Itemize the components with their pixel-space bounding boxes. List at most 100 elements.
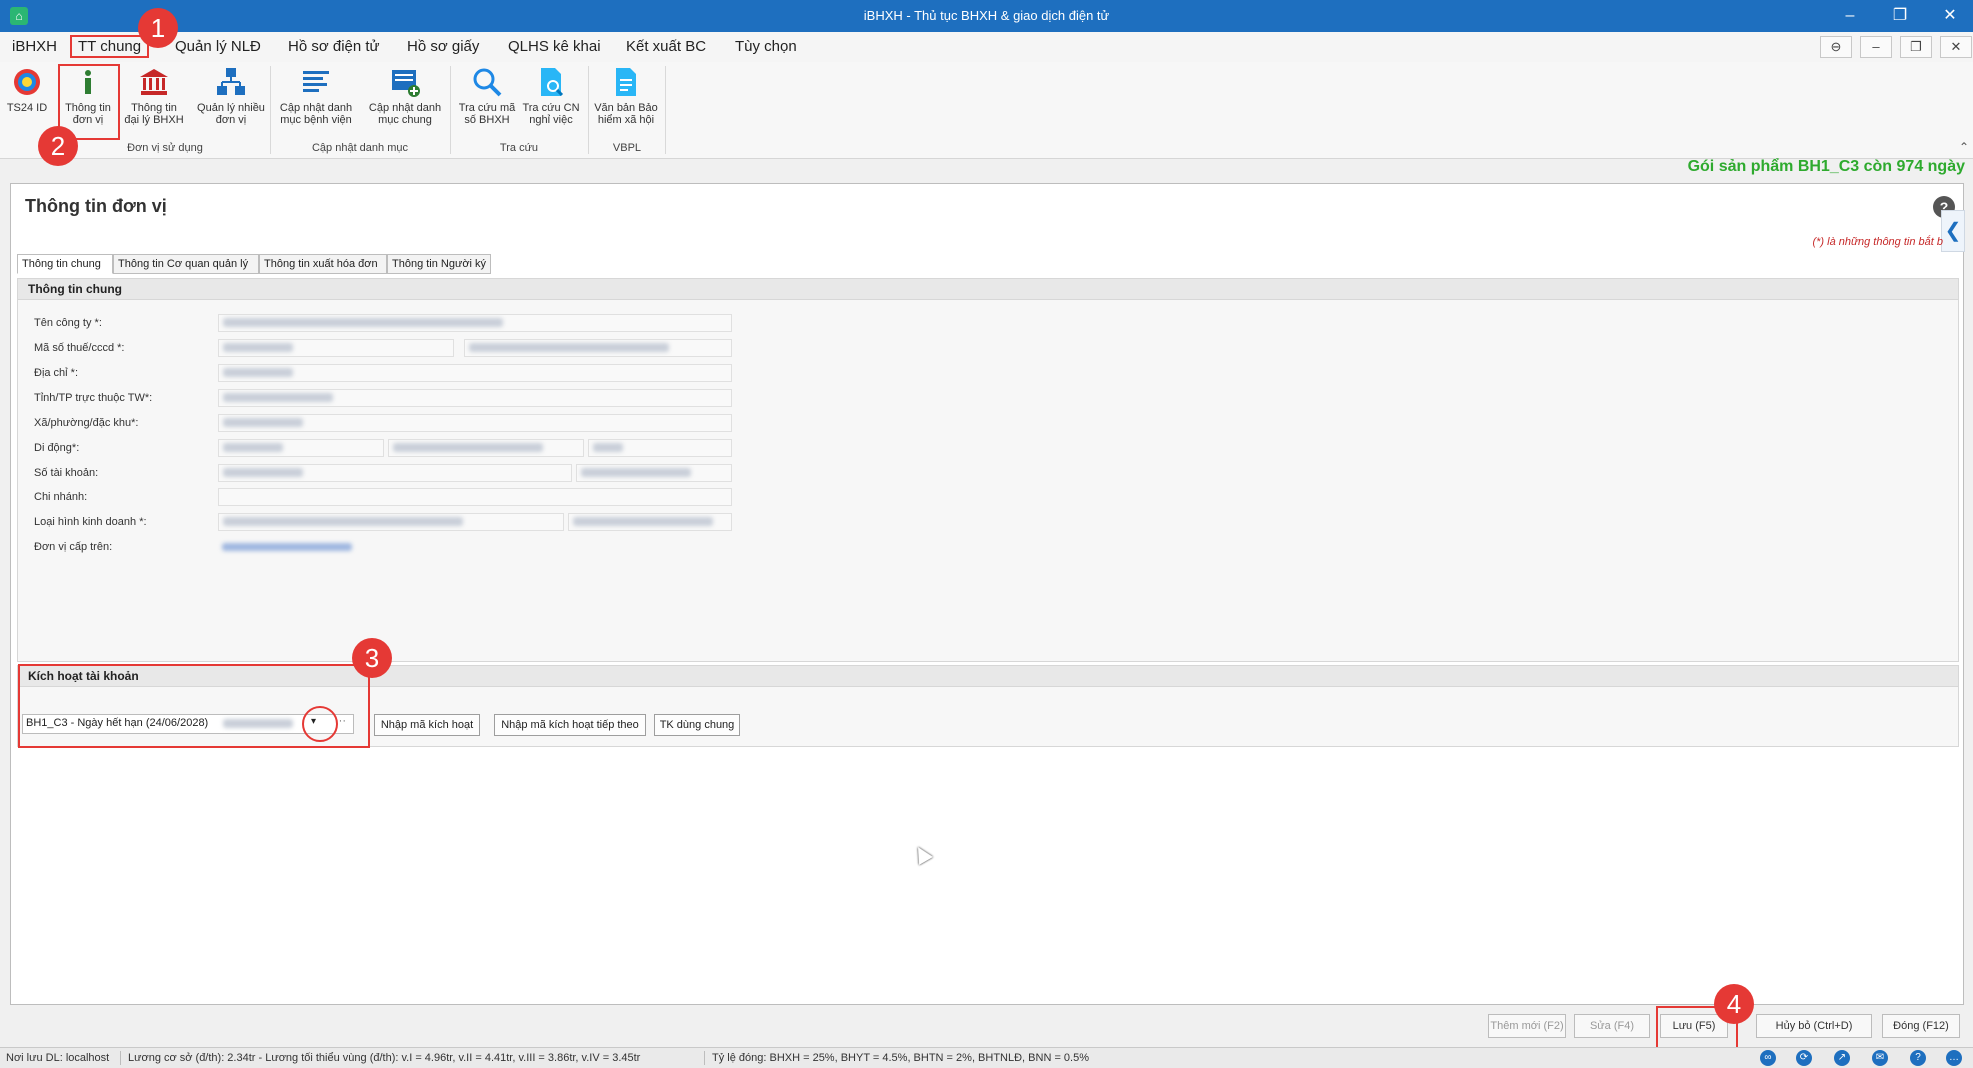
ribbon-group-don-vi: Đơn vị sử dụng [127, 142, 203, 154]
field-label-di-dong: Di động*: [34, 442, 80, 454]
redacted-text [593, 443, 623, 452]
ts24-logo-icon [14, 69, 40, 95]
ribbon-cap-nhat-benh-vien-button[interactable]: Cập nhật danh mục bệnh viện [276, 66, 356, 126]
field-label-loai-hinh: Loại hình kinh doanh *: [34, 516, 147, 528]
mdi-minimize-button[interactable]: – [1860, 36, 1892, 58]
ribbon-label: Tra cứu CN nghỉ việc [522, 102, 580, 126]
ma-so-thue-input[interactable] [218, 339, 454, 357]
redacted-text [223, 393, 333, 402]
ribbon-van-ban-bhxh-button[interactable]: Văn bản Bảo hiểm xã hội [592, 66, 660, 126]
chat-icon[interactable]: … [1946, 1050, 1962, 1066]
ribbon-thong-tin-dai-ly-button[interactable]: Thông tin đại lý BHXH [124, 66, 184, 126]
menu-ket-xuat-bc[interactable]: Kết xuất BC [626, 38, 706, 55]
menu-qlhs-ke-khai[interactable]: QLHS kê khai [508, 38, 601, 55]
field-label-dia-chi: Địa chỉ *: [34, 367, 79, 379]
title-bar: ⌂ iBHXH - Thủ tục BHXH & giao dịch điện … [0, 0, 1973, 32]
required-note: (*) là những thông tin bắt b [1812, 236, 1943, 248]
chi-nhanh-input[interactable] [218, 488, 732, 506]
redacted-text [573, 517, 713, 526]
status-separator [704, 1051, 705, 1065]
tab-xuat-hoa-don[interactable]: Thông tin xuất hóa đơn [259, 254, 387, 274]
minimize-button[interactable]: – [1830, 4, 1870, 28]
menu-ibhxh[interactable]: iBHXH [12, 38, 57, 55]
phone-extra-input[interactable] [388, 439, 584, 457]
ribbon-label: Tra cứu mã số BHXH [458, 102, 516, 126]
redacted-text [223, 468, 303, 477]
mdi-restore-button[interactable]: ❐ [1900, 36, 1932, 58]
enter-activation-code-button[interactable]: Nhập mã kích hoạt [374, 714, 480, 736]
restore-button[interactable]: ❐ [1880, 4, 1920, 28]
dia-chi-input[interactable] [218, 364, 732, 382]
list-add-icon [392, 70, 420, 97]
sync-icon[interactable]: ⟳ [1796, 1050, 1812, 1066]
enter-next-activation-code-button[interactable]: Nhập mã kích hoạt tiếp theo [494, 714, 646, 736]
redacted-text [223, 517, 463, 526]
status-rates: Tỷ lệ đóng: BHXH = 25%, BHYT = 4.5%, BHT… [712, 1052, 1090, 1064]
loai-hinh-select[interactable] [218, 513, 564, 531]
fax-input[interactable] [588, 439, 732, 457]
close-window-button[interactable]: ✕ [1930, 4, 1970, 28]
ribbon-label: Quản lý nhiều đơn vị [197, 102, 265, 126]
thong-tin-don-vi-panel: Thông tin đơn vị ? ❮ (*) là những thông … [10, 183, 1965, 1005]
ribbon-label: Cập nhật danh mục chung [368, 102, 442, 126]
share-icon[interactable]: ↗ [1834, 1050, 1850, 1066]
tab-co-quan-quan-ly[interactable]: Thông tin Cơ quan quản lý [113, 254, 259, 274]
ribbon-cap-nhat-danh-muc-chung-button[interactable]: Cập nhật danh mục chung [364, 66, 446, 126]
collapse-side-panel-icon[interactable]: ❮ [1941, 210, 1965, 252]
mdi-options-button[interactable]: ⊖ [1820, 36, 1852, 58]
collapse-ribbon-icon[interactable]: ⌃ [1959, 140, 1969, 154]
loai-hinh-extra[interactable] [568, 513, 732, 531]
so-tai-khoan-input[interactable] [218, 464, 572, 482]
shared-account-button[interactable]: TK dùng chung [654, 714, 740, 736]
document-icon [616, 68, 636, 96]
ribbon-label: Thông tin đại lý BHXH [124, 102, 184, 126]
window-title: iBHXH - Thủ tục BHXH & giao dịch điện tử [863, 8, 1110, 23]
mdi-close-button[interactable]: ✕ [1940, 36, 1972, 58]
field-label-so-tai-khoan: Số tài khoản: [34, 467, 99, 479]
menu-ho-so-giay[interactable]: Hồ sơ giấy [407, 38, 479, 55]
ribbon-ts24-id-button[interactable]: TS24 ID [2, 66, 52, 114]
bank-icon [140, 69, 168, 95]
ribbon-label: Văn bản Bảo hiểm xã hội [594, 102, 658, 126]
tab-thong-tin-chung[interactable]: Thông tin chung [17, 254, 113, 274]
list-icon [303, 71, 329, 92]
ribbon-group-cap-nhat: Cập nhật danh mục [311, 142, 408, 154]
menu-quan-ly-nld[interactable]: Quản lý NLĐ [175, 38, 261, 55]
edit-button[interactable]: Sửa (F4) [1574, 1014, 1650, 1038]
redacted-text [223, 343, 293, 352]
field-label-ten-cong-ty: Tên công ty *: [34, 317, 102, 329]
ribbon-tra-cuu-ma-so-button[interactable]: Tra cứu mã số BHXH [456, 66, 518, 126]
cancel-button[interactable]: Hủy bỏ (Ctrl+D) [1756, 1014, 1872, 1038]
annotation-badge-3: 3 [352, 638, 392, 678]
product-notice: Gói sản phẩm BH1_C3 còn 974 ngày [1687, 158, 1965, 175]
ten-cong-ty-input[interactable] [218, 314, 732, 332]
tinh-tp-select[interactable] [218, 389, 732, 407]
ngan-hang-select[interactable] [576, 464, 732, 482]
help-circle-icon[interactable]: ? [1910, 1050, 1926, 1066]
ribbon-tra-cuu-cn-nghi-viec-button[interactable]: Tra cứu CN nghỉ việc [520, 66, 582, 126]
general-section: Thông tin chung Tên công ty *: Mã số thu… [17, 278, 1959, 662]
tab-nguoi-ky[interactable]: Thông tin Người ký [387, 254, 491, 274]
link-icon[interactable]: ∞ [1760, 1050, 1776, 1066]
don-vi-cap-tren-link[interactable] [222, 543, 352, 551]
ribbon-separator [450, 66, 451, 154]
section-title: Thông tin chung [18, 279, 1958, 300]
org-chart-icon [217, 68, 245, 95]
ribbon-group-vbpl: VBPL [612, 142, 642, 154]
status-bar: Nơi lưu DL: localhost Lương cơ sở (đ/th)… [0, 1047, 1973, 1068]
menu-ho-so-dien-tu[interactable]: Hồ sơ điện tử [288, 38, 380, 55]
ribbon-quan-ly-nhieu-don-vi-button[interactable]: Quản lý nhiều đơn vị [196, 66, 266, 126]
close-button[interactable]: Đóng (F12) [1882, 1014, 1960, 1038]
di-dong-input[interactable] [218, 439, 384, 457]
mail-icon[interactable]: ✉ [1872, 1050, 1888, 1066]
ribbon-separator [665, 66, 666, 154]
ribbon: TS24 ID Thông tin đơn vị Thông tin đại l… [0, 62, 1973, 159]
page-title: Thông tin đơn vị [25, 196, 167, 216]
xa-phuong-select[interactable] [218, 414, 732, 432]
menu-tuy-chon[interactable]: Tùy chọn [735, 38, 797, 55]
field-label-xa-phuong: Xã/phường/đặc khu*: [34, 417, 139, 429]
menu-tt-chung[interactable]: TT chung [70, 35, 150, 58]
ma-so-thue-extra[interactable] [464, 339, 732, 357]
add-new-button[interactable]: Thêm mới (F2) [1488, 1014, 1566, 1038]
ribbon-group-tra-cuu: Tra cứu [499, 142, 539, 154]
